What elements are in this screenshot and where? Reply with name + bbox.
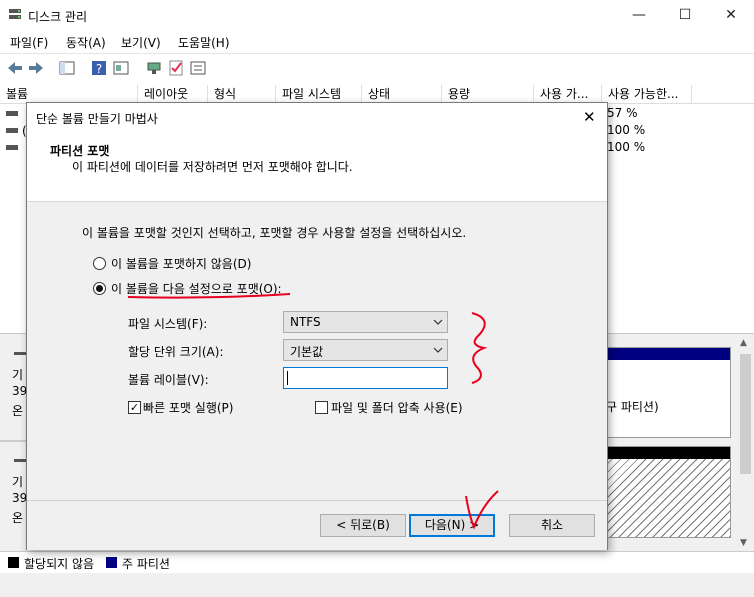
toolbar: ? [0,53,754,82]
settings-list-icon[interactable] [189,59,207,77]
disk-management-icon [9,9,21,19]
disk-panel[interactable]: 기 39 온 [0,342,28,440]
volume-label-input[interactable] [283,367,448,389]
allocation-unit-label: 할당 단위 크기(A): [128,345,224,359]
radio-no-format[interactable] [93,257,106,270]
divider [0,440,26,442]
title-bar: 디스크 관리 — ☐ ✕ [0,0,754,30]
instruction-text: 이 볼륨을 포맷할 것인지 선택하고, 포맷할 경우 사용할 설정을 선택하십시… [82,226,467,240]
col-percent-free[interactable]: 사용 가능한... [602,85,692,103]
percent-free-cell: 100 % [607,123,646,137]
simple-volume-wizard-dialog: 단순 볼륨 만들기 마법사 ✕ 파티션 포맷 이 파티션에 데이터를 저장하려면… [26,102,608,550]
quick-format-label[interactable]: 빠른 포맷 실행(P) [143,399,233,416]
scroll-down-icon[interactable]: ▼ [740,538,747,548]
quick-format-checkbox[interactable]: ✓ [128,401,141,414]
radio-format-label[interactable]: 이 볼륨을 다음 설정으로 포맷(O): [111,280,282,297]
legend-primary-label: 주 파티션 [122,557,170,571]
disk-panel[interactable]: 기 39 온 [0,449,28,547]
disk-size-label: 39 [12,384,28,398]
scroll-up-icon[interactable]: ▲ [740,338,747,348]
dialog-header: 파티션 포맷 이 파티션에 데이터를 저장하려면 먼저 포맷해야 합니다. [27,133,607,202]
menu-action[interactable]: 동작(A) [66,34,106,51]
radio-format[interactable] [93,282,106,295]
volume-label-label: 볼륨 레이블(V): [128,373,209,387]
col-type[interactable]: 형식 [208,85,276,103]
dialog-close-button[interactable]: ✕ [583,108,596,126]
window-title: 디스크 관리 [28,10,88,24]
dialog-title: 단순 볼륨 만들기 마법사 [36,112,158,126]
menu-view[interactable]: 보기(V) [121,34,161,51]
scrollbar-thumb[interactable] [740,354,751,474]
menu-bar: 파일(F) 동작(A) 보기(V) 도움말(H) [0,30,754,52]
minimize-button[interactable]: — [616,0,662,30]
compression-label[interactable]: 파일 및 폴더 압축 사용(E) [331,399,463,416]
allocation-unit-select[interactable]: 기본값 [283,339,448,361]
maximize-button[interactable]: ☐ [662,0,708,30]
vertical-scrollbar[interactable]: ▲ ▼ [737,334,754,552]
next-button[interactable]: 다음(N) > [409,514,495,537]
dialog-body: 이 볼륨을 포맷할 것인지 선택하고, 포맷할 경우 사용할 설정을 선택하십시… [27,202,607,500]
col-layout[interactable]: 레이아웃 [138,85,208,103]
allocation-unit-value: 기본값 [290,345,324,359]
percent-free-cell: 100 % [607,140,646,154]
svg-text:?: ? [96,62,102,76]
dialog-footer: < 뒤로(B) 다음(N) > 취소 [27,500,607,550]
close-button[interactable]: ✕ [708,0,754,30]
page-subtitle: 이 파티션에 데이터를 저장하려면 먼저 포맷해야 합니다. [72,160,353,174]
disk-type-label: 기 [12,475,24,489]
percent-free-cell: 57 % [607,106,638,120]
checklist-icon[interactable] [167,59,185,77]
unallocated-bar [608,447,730,459]
volume-drive-icon [6,111,18,116]
dialog-title-bar: 단순 볼륨 만들기 마법사 ✕ [27,103,607,133]
back-button[interactable]: < 뒤로(B) [320,514,406,537]
unallocated-block[interactable] [607,446,731,538]
col-capacity[interactable]: 용량 [442,85,534,103]
status-bar [0,573,754,597]
legend-bar: 할당되지 않음 주 파티션 [0,551,754,574]
properties-icon[interactable] [112,59,130,77]
disk-icon [14,459,26,462]
back-arrow-icon[interactable] [6,59,24,77]
text-cursor [287,371,288,385]
filesystem-value: NTFS [290,315,321,329]
disk-icon [14,352,26,355]
menu-file[interactable]: 파일(F) [10,34,48,51]
forward-arrow-icon[interactable] [27,59,45,77]
disk-status-label: 온 [12,404,24,418]
connect-icon[interactable] [145,59,163,77]
partition-label: 구 파티션) [606,400,659,414]
col-free-space[interactable]: 사용 가... [534,85,602,103]
help-icon[interactable]: ? [90,59,108,77]
disk-status-label: 온 [12,511,24,525]
partition-block[interactable]: 구 파티션) [606,347,731,438]
compression-checkbox[interactable] [315,401,328,414]
primary-partition-bar [608,348,730,360]
col-filesystem[interactable]: 파일 시스템 [276,85,362,103]
filesystem-label: 파일 시스템(F): [128,317,208,331]
col-volume[interactable]: 볼륨 [0,85,138,103]
unallocated-swatch [8,557,19,568]
chevron-down-icon [433,319,443,325]
radio-no-format-label[interactable]: 이 볼륨을 포맷하지 않음(D) [111,255,251,272]
filesystem-select[interactable]: NTFS [283,311,448,333]
volume-drive-icon [6,128,18,133]
volume-drive-icon [6,145,18,150]
show-hide-tree-icon[interactable] [58,59,76,77]
disk-size-label: 39 [12,491,28,505]
chevron-down-icon [433,347,443,353]
menu-help[interactable]: 도움말(H) [178,34,230,51]
disk-type-label: 기 [12,368,24,382]
col-status[interactable]: 상태 [362,85,442,103]
page-title: 파티션 포맷 [50,144,110,158]
cancel-button[interactable]: 취소 [509,514,595,537]
legend-unallocated-label: 할당되지 않음 [24,557,95,571]
primary-partition-swatch [106,557,117,568]
